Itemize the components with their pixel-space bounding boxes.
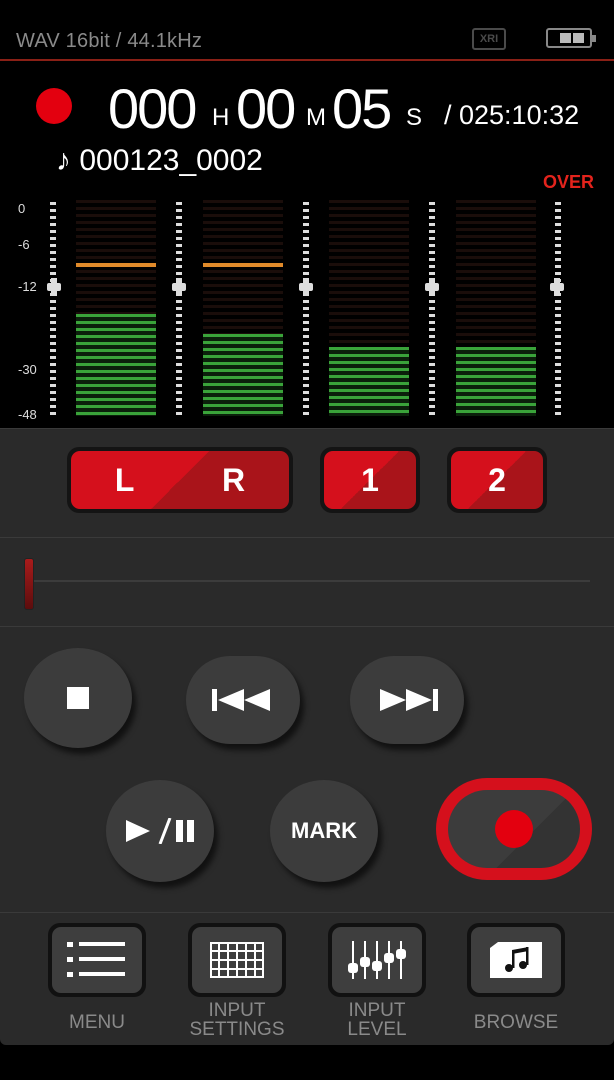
meter-bar-l bbox=[76, 200, 156, 416]
meter-fill bbox=[76, 314, 156, 416]
previous-button[interactable] bbox=[186, 656, 300, 744]
channel-l-label: L bbox=[114, 461, 135, 498]
seek-panel bbox=[0, 537, 614, 626]
level-marker bbox=[172, 278, 186, 296]
status-divider bbox=[0, 59, 614, 61]
meter-scale-ticks bbox=[303, 202, 309, 416]
input-settings-button[interactable] bbox=[188, 923, 286, 997]
skip-forward-icon bbox=[380, 689, 438, 711]
stop-button[interactable] bbox=[24, 648, 132, 748]
recording-indicator-icon bbox=[36, 88, 72, 124]
status-bar: WAV 16bit / 44.1kHz XRI bbox=[0, 0, 614, 60]
play-pause-button[interactable] bbox=[106, 780, 214, 882]
xri-icon: XRI bbox=[472, 28, 506, 50]
seconds-value: 05 bbox=[332, 77, 392, 140]
scale-label: -30 bbox=[18, 362, 37, 377]
skip-back-icon bbox=[212, 689, 270, 711]
menu-button[interactable] bbox=[48, 923, 146, 997]
minutes-unit: M bbox=[306, 104, 326, 131]
browse-label: BROWSE bbox=[473, 1012, 559, 1033]
meter-bar-1 bbox=[329, 200, 409, 416]
meter-scale-ticks bbox=[176, 202, 182, 416]
scale-label: 0 bbox=[18, 201, 26, 216]
input-level-label-line2: LEVEL bbox=[347, 1019, 407, 1040]
battery-icon bbox=[546, 28, 596, 48]
meter-scale-ticks bbox=[555, 202, 561, 416]
mark-label: MARK bbox=[291, 818, 357, 843]
grid-icon bbox=[210, 942, 264, 978]
channel-1-button[interactable]: 1 bbox=[320, 447, 420, 513]
meter-scale-ticks bbox=[429, 202, 435, 416]
record-icon bbox=[495, 810, 533, 848]
scale-label: -6 bbox=[18, 237, 30, 252]
hours-value: 000 bbox=[108, 77, 197, 140]
over-indicator: OVER bbox=[543, 172, 595, 192]
meter-fill bbox=[329, 346, 409, 416]
input-level-button[interactable] bbox=[328, 923, 426, 997]
level-meters: 0 -6 -12 -30 -48 bbox=[0, 196, 614, 424]
remaining-time: / 025:10:32 bbox=[444, 100, 580, 130]
seconds-unit: S bbox=[406, 104, 423, 131]
browse-button[interactable] bbox=[467, 923, 565, 997]
level-marker bbox=[550, 278, 564, 296]
next-button[interactable] bbox=[350, 656, 464, 744]
meter-scale-ticks bbox=[50, 202, 56, 416]
stop-icon bbox=[67, 687, 89, 709]
input-settings-label-line1: INPUT bbox=[208, 1000, 266, 1021]
faders-icon bbox=[348, 941, 406, 979]
seek-track[interactable] bbox=[30, 580, 590, 582]
channel-panel: LR 1 2 bbox=[0, 428, 614, 537]
meter-bar-r bbox=[203, 200, 283, 416]
channel-r-label: R bbox=[222, 461, 246, 498]
meter-fill bbox=[456, 346, 536, 416]
scale-label: -12 bbox=[18, 279, 37, 294]
channel-2-button[interactable]: 2 bbox=[447, 447, 547, 513]
music-file-icon bbox=[490, 942, 542, 978]
peak-hold bbox=[76, 262, 156, 267]
file-name: ♪ 000123_0002 bbox=[56, 144, 263, 177]
record-button[interactable] bbox=[436, 778, 592, 880]
input-settings-label-line2: SETTINGS bbox=[189, 1019, 285, 1040]
menu-label: MENU bbox=[69, 1012, 125, 1033]
peak-hold bbox=[203, 262, 283, 267]
stereo-lr-button[interactable]: LR bbox=[67, 447, 293, 513]
input-level-label-line1: INPUT bbox=[348, 1000, 406, 1021]
bottom-navigation: MENU INPUT SETTINGS INPUT LEVEL BROWSE bbox=[0, 912, 614, 1045]
level-marker bbox=[299, 278, 313, 296]
play-pause-icon bbox=[126, 818, 194, 844]
meter-fill bbox=[203, 333, 283, 416]
level-marker bbox=[47, 278, 61, 296]
meter-bar-2 bbox=[456, 200, 536, 416]
list-icon bbox=[67, 942, 125, 977]
seek-handle[interactable] bbox=[24, 558, 34, 610]
recording-format: WAV 16bit / 44.1kHz bbox=[16, 30, 203, 52]
input-level-label: INPUT LEVEL bbox=[317, 1001, 437, 1039]
minutes-value: 00 bbox=[236, 77, 296, 140]
level-marker bbox=[425, 278, 439, 296]
channel-1-label: 1 bbox=[361, 461, 379, 498]
hours-unit: H bbox=[212, 104, 230, 131]
scale-label: -48 bbox=[18, 407, 37, 422]
mark-button[interactable]: MARK bbox=[270, 780, 378, 882]
input-settings-label: INPUT SETTINGS bbox=[177, 1001, 297, 1039]
channel-2-label: 2 bbox=[488, 461, 506, 498]
